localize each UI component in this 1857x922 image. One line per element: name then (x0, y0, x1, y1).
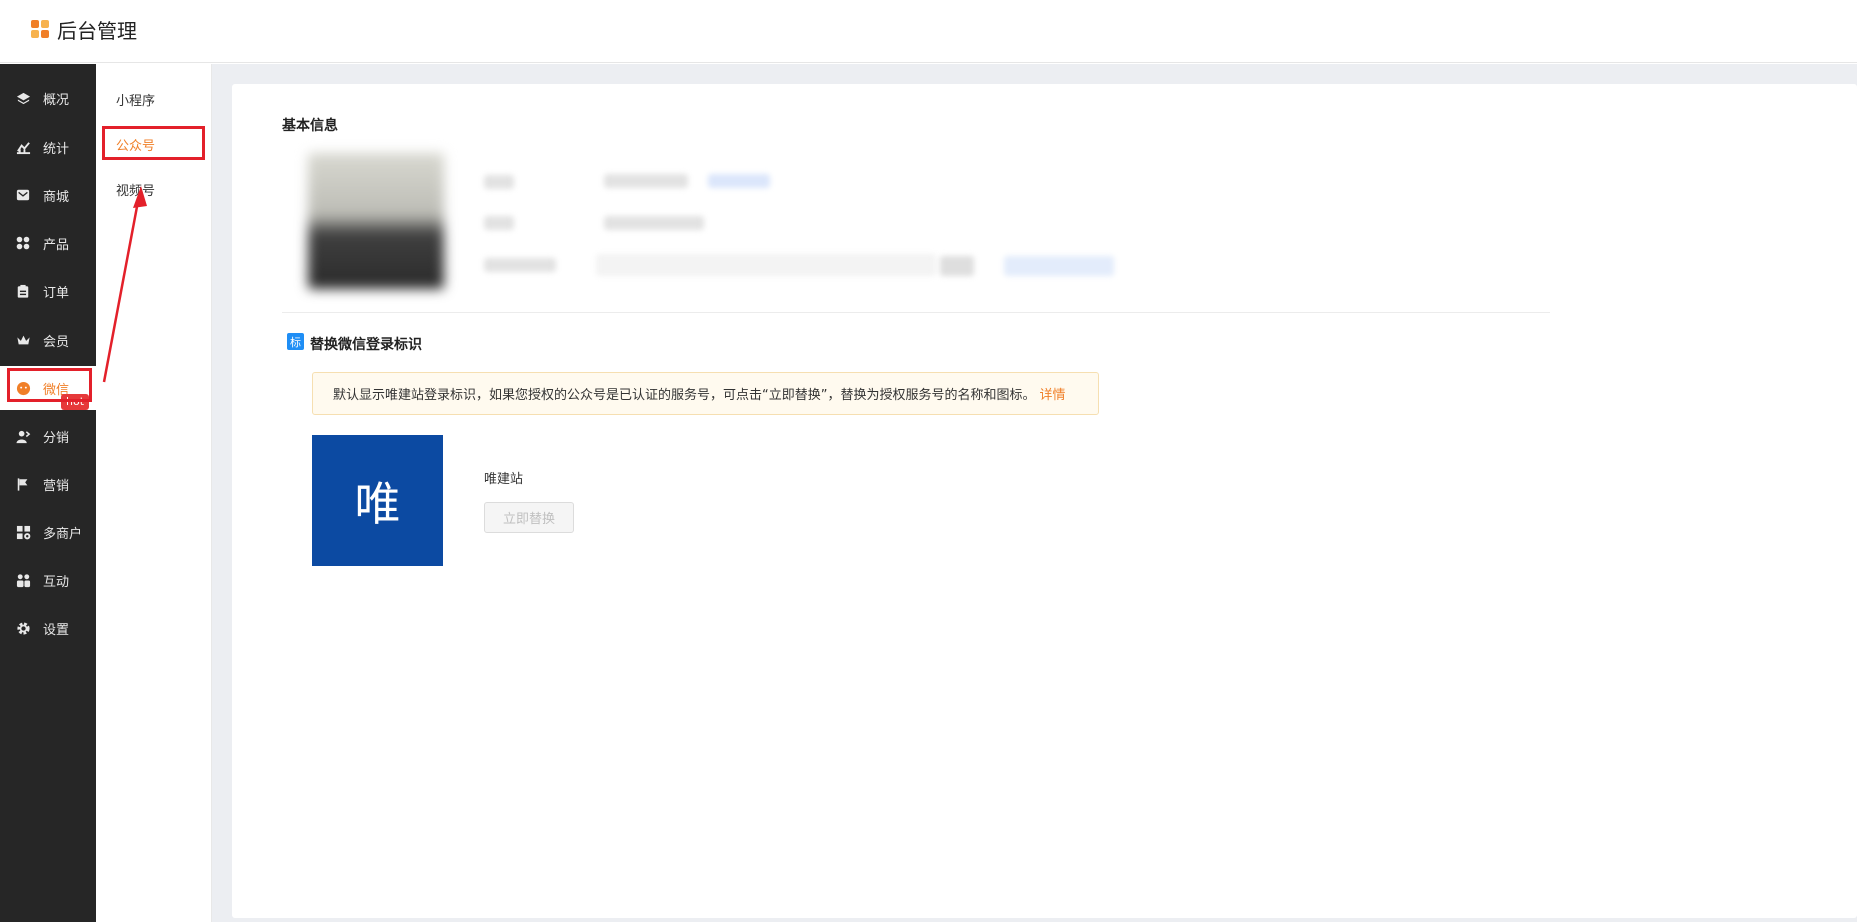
sidebar-item-products[interactable]: 产品 (0, 221, 96, 265)
main-panel (232, 84, 1857, 918)
section-divider (282, 312, 1550, 313)
sidebar-item-mall[interactable]: 商城 (0, 173, 96, 217)
sidebar-item-label: 会员 (43, 334, 70, 350)
chart-icon (15, 139, 31, 155)
notice-text: 默认显示唯建站登录标识，如果您授权的公众号是已认证的服务号，可点击“立即替换”，… (333, 388, 1036, 403)
brand-logo-tile: 唯 (312, 435, 443, 566)
sidebar-item-orders[interactable]: 订单 (0, 269, 96, 313)
sidebar-item-label: 营销 (43, 478, 70, 494)
grid-icon (15, 235, 31, 251)
redacted-button (1004, 256, 1114, 276)
order-icon (15, 283, 31, 299)
redacted-text (484, 175, 514, 189)
highlight-wechat-box (7, 368, 92, 402)
tag-icon: 标 (287, 333, 304, 350)
redacted-text (604, 174, 688, 188)
sidebar-item-label: 订单 (43, 285, 70, 301)
sidebar-item-stats[interactable]: 统计 (0, 125, 96, 169)
sidebar-item-label: 设置 (43, 622, 70, 638)
redacted-button (940, 256, 974, 276)
top-bar: 后台管理 (0, 0, 1857, 63)
sidebar-item-settings[interactable]: 设置 (0, 606, 96, 650)
subnav-item-mini-program[interactable]: 小程序 (116, 90, 155, 109)
mail-icon (15, 187, 31, 203)
sidebar-item-members[interactable]: 会员 (0, 318, 96, 362)
sidebar-item-label: 统计 (43, 141, 70, 157)
redacted-badge (708, 174, 770, 188)
gear-icon (15, 620, 31, 636)
store-icon (15, 524, 31, 540)
subnav-item-video-account[interactable]: 视频号 (116, 180, 155, 199)
notice-bar: 默认显示唯建站登录标识，如果您授权的公众号是已认证的服务号，可点击“立即替换”，… (312, 372, 1099, 415)
account-avatar (308, 153, 444, 289)
highlight-official-account-box (102, 126, 205, 160)
replace-now-button[interactable]: 立即替换 (484, 502, 574, 533)
sidebar-item-overview[interactable]: 概况 (0, 76, 96, 120)
redacted-field (596, 254, 936, 276)
login-mark-title: 替换微信登录标识 (310, 337, 422, 353)
basic-info-title: 基本信息 (282, 118, 338, 134)
redacted-text (484, 258, 556, 272)
sidebar-item-label: 商城 (43, 189, 70, 205)
sidebar-item-label: 概况 (43, 92, 70, 108)
users-icon (15, 428, 31, 444)
layers-icon (15, 90, 31, 106)
sidebar-item-label: 分销 (43, 430, 70, 446)
redacted-text (604, 216, 704, 230)
sidebar-item-label: 多商户 (43, 526, 83, 542)
site-name: 唯建站 (484, 472, 524, 487)
sidebar-item-interaction[interactable]: 互动 (0, 558, 96, 602)
sidebar-item-distribution[interactable]: 分销 (0, 414, 96, 458)
sidebar: 概况 统计 商城 产品 订单 会员 微信 分销 营销 多商户 互动 设置 (0, 64, 96, 922)
notice-detail-link[interactable]: 详情 (1039, 384, 1065, 403)
sidebar-item-label: 互动 (43, 574, 70, 590)
app-title: 后台管理 (57, 19, 137, 43)
logo[interactable]: 后台管理 (31, 15, 137, 44)
group-icon (15, 572, 31, 588)
crown-icon (15, 332, 31, 348)
subnav: 小程序 公众号 视频号 (96, 64, 212, 922)
redacted-text (484, 216, 514, 230)
sidebar-item-label: 产品 (43, 237, 70, 253)
sidebar-item-multi-merchant[interactable]: 多商户 (0, 510, 96, 554)
flag-icon (15, 476, 31, 492)
logo-icon (31, 19, 51, 40)
sidebar-item-marketing[interactable]: 营销 (0, 462, 96, 506)
